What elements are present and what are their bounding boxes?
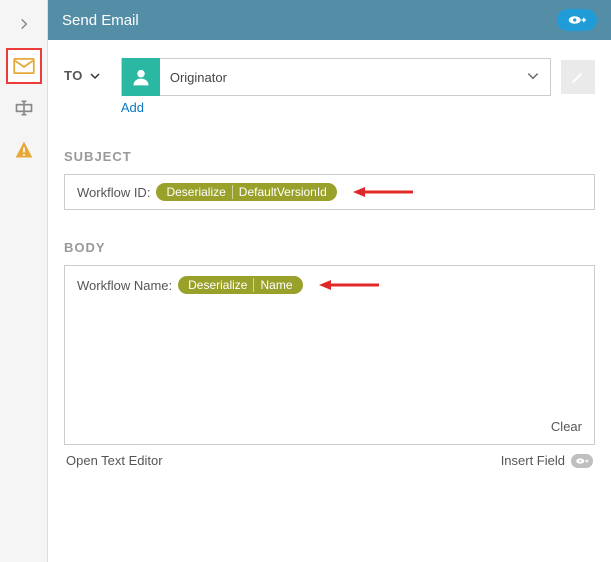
body-label: BODY [64,240,595,255]
arrow-annotation-icon [319,278,379,292]
eye-plus-icon [568,14,586,26]
form-icon [14,99,34,117]
to-row: TO Originator [64,58,595,115]
sidebar-collapse[interactable] [6,6,42,42]
add-recipient-link[interactable]: Add [121,100,595,115]
arrow-annotation-icon [353,185,413,199]
panel-header: Send Email [48,0,611,40]
chevron-right-icon [17,17,31,31]
clear-body-link[interactable]: Clear [77,419,582,434]
to-recipient-select[interactable]: Originator [121,58,551,96]
body-prefix: Workflow Name: [77,278,172,293]
email-icon [13,58,35,74]
insert-field-link[interactable]: Insert Field [501,453,593,468]
panel-title: Send Email [62,12,557,29]
sidebar-form[interactable] [6,90,42,126]
avatar-icon [122,58,160,96]
to-value: Originator [160,70,516,85]
sidebar-email[interactable] [6,48,42,84]
body-input[interactable]: Workflow Name: Deserialize Name [64,265,595,445]
edit-recipient-button[interactable] [561,60,595,94]
chevron-down-icon [516,69,550,86]
subject-token[interactable]: Deserialize DefaultVersionId [156,183,336,201]
sidebar [0,0,48,562]
body-token[interactable]: Deserialize Name [178,276,302,294]
pencil-icon [570,69,586,85]
alert-icon [14,140,34,160]
subject-label: SUBJECT [64,149,595,164]
subject-section: SUBJECT Workflow ID: Deserialize Default… [64,149,595,210]
body-section: BODY Workflow Name: Deserialize Name [64,240,595,468]
open-text-editor-link[interactable]: Open Text Editor [66,453,163,468]
main-panel: Send Email TO [48,0,611,562]
subject-input[interactable]: Workflow ID: Deserialize DefaultVersionI… [64,174,595,210]
header-action-button[interactable] [557,9,597,31]
sidebar-alert[interactable] [6,132,42,168]
to-label: TO [64,68,83,83]
eye-plus-icon [571,454,593,468]
subject-prefix: Workflow ID: [77,185,150,200]
chevron-down-icon[interactable] [89,70,101,82]
